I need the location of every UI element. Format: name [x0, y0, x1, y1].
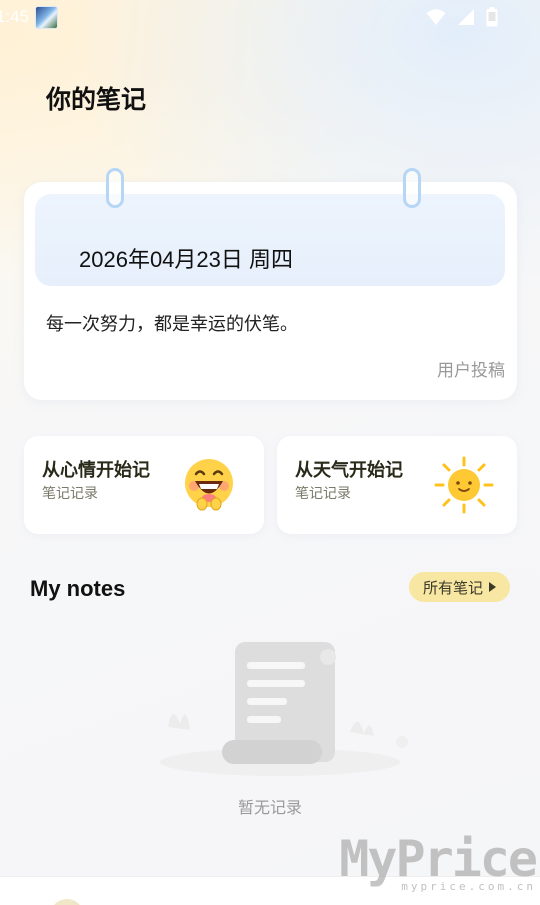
daily-quote: 每一次努力，都是幸运的伏笔。 [46, 314, 298, 335]
status-time: 1:45 [0, 7, 30, 26]
wifi-icon [426, 9, 446, 25]
start-from-mood-subtitle: 笔记记录 [42, 486, 98, 502]
avatar[interactable] [50, 899, 84, 905]
bottom-nav-bar[interactable] [0, 876, 540, 905]
app-thumbnail-icon [35, 5, 59, 29]
start-from-mood-title: 从心情开始记 [42, 460, 150, 481]
quote-source: 用户投稿 [437, 361, 505, 381]
page-title: 你的笔记 [46, 86, 147, 114]
play-arrow-icon [489, 582, 496, 592]
empty-notes-scroll-icon [160, 642, 408, 776]
start-from-weather-title: 从天气开始记 [295, 460, 403, 481]
all-notes-button[interactable]: 所有笔记 [409, 572, 510, 602]
status-bar: 1:45 [0, 0, 540, 34]
daily-quote-card[interactable]: 2026年04月23日 周四 每一次努力，都是幸运的伏笔。 用户投稿 [24, 182, 517, 400]
date-band: 2026年04月23日 周四 [35, 194, 505, 286]
mood-emoji-icon [182, 456, 236, 511]
empty-state-text: 暂无记录 [237, 798, 302, 817]
all-notes-label: 所有笔记 [422, 578, 483, 597]
my-notes-title: My notes [30, 576, 126, 601]
date-label: 2026年04月23日 周四 [79, 247, 293, 272]
status-left: 1:45 [0, 5, 59, 29]
status-right [426, 7, 498, 27]
binder-ring-right-icon [403, 168, 421, 208]
sun-icon [434, 456, 494, 514]
binder-ring-left-icon [106, 168, 124, 208]
start-from-mood-card[interactable]: 从心情开始记 笔记记录 [24, 436, 264, 534]
start-from-weather-card[interactable]: 从天气开始记 笔记记录 [277, 436, 517, 534]
battery-icon [486, 7, 498, 27]
signal-icon [458, 9, 474, 25]
start-from-weather-subtitle: 笔记记录 [295, 486, 351, 502]
